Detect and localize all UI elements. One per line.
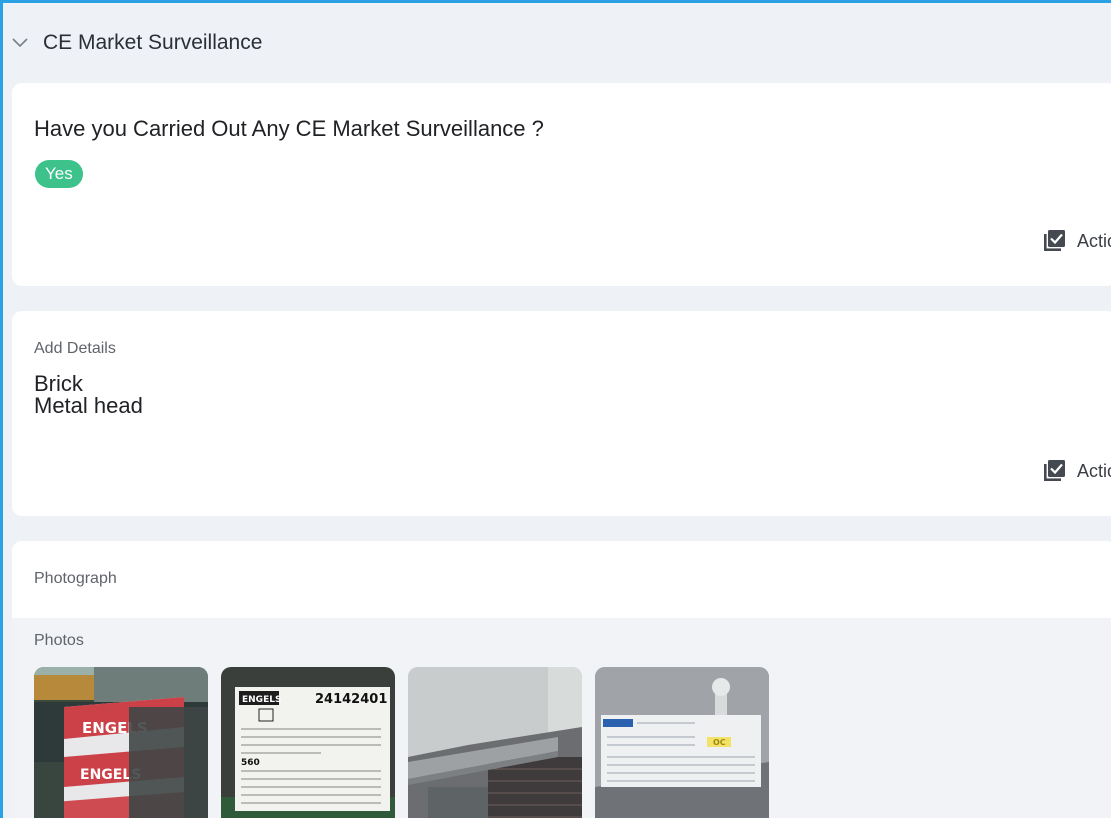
- photos-label: Photos: [34, 632, 84, 649]
- form-frame: CE Market Surveillance Have you Carried …: [0, 0, 1111, 818]
- action-button[interactable]: Actio: [1041, 458, 1111, 484]
- photo-thumbnail[interactable]: ENGELS ENGELS: [34, 667, 208, 818]
- photo-code-text: 560: [241, 758, 260, 768]
- action-label: Actio: [1076, 460, 1111, 481]
- photo-thumbnail[interactable]: ENGELS 24142401 560: [221, 667, 395, 818]
- chevron-down-icon[interactable]: [11, 34, 29, 52]
- question-text: Have you Carried Out Any CE Market Surve…: [34, 116, 544, 141]
- action-label: Actio: [1076, 230, 1111, 251]
- photo-card: Photograph Photos ENGELS ENGELS ENGELS 2…: [12, 541, 1111, 818]
- photos-block: Photos ENGELS ENGELS ENGELS 24142401 560: [12, 618, 1111, 818]
- answer-badge: Yes: [35, 160, 83, 188]
- photo-thumbnail[interactable]: OC: [595, 667, 769, 818]
- section-title: CE Market Surveillance: [43, 31, 263, 54]
- photo-gallery: ENGELS ENGELS ENGELS 24142401 560: [34, 667, 769, 818]
- details-line: Metal head: [34, 393, 143, 418]
- details-value: Brick Metal head: [34, 373, 143, 417]
- checklist-icon: [1041, 458, 1067, 484]
- section-header[interactable]: CE Market Surveillance: [3, 3, 1111, 83]
- photograph-label: Photograph: [34, 570, 117, 587]
- details-label: Add Details: [34, 340, 116, 357]
- photo-brand-text: ENGELS: [242, 695, 281, 705]
- details-line: Brick: [34, 371, 83, 396]
- photo-thumbnail[interactable]: [408, 667, 582, 818]
- question-card: Have you Carried Out Any CE Market Surve…: [12, 83, 1111, 286]
- photo-number-text: 24142401: [315, 692, 387, 707]
- checklist-icon: [1041, 228, 1067, 254]
- action-button[interactable]: Actio: [1041, 228, 1111, 254]
- details-card: Add Details Brick Metal head Actio: [12, 311, 1111, 516]
